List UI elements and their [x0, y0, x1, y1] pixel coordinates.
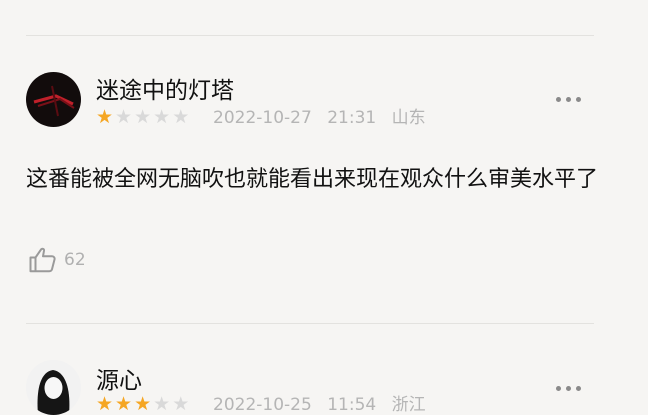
thumbs-up-icon [29, 247, 56, 273]
star-icon: ★ [134, 106, 152, 128]
more-dots-icon[interactable] [556, 97, 581, 102]
star-icon: ★ [172, 106, 190, 128]
review-location: 浙江 [391, 395, 426, 415]
top-divider [26, 35, 594, 36]
like-button[interactable]: 62 [28, 245, 86, 275]
review-content: 这番能被全网无脑吹也就能看出来现在观众什么审美水平了 [26, 167, 599, 192]
username[interactable]: 源心 [96, 370, 142, 393]
review-location: 山东 [391, 108, 426, 128]
star-icon: ★ [153, 106, 171, 128]
star-icon: ★ [115, 106, 133, 128]
review-time: 21:31 [327, 108, 377, 128]
avatar[interactable] [26, 72, 81, 127]
avatar[interactable] [26, 360, 81, 415]
star-icon: ★ [96, 106, 114, 128]
username[interactable]: 迷途中的灯塔 [96, 80, 234, 103]
review-meta: 2022-10-25 11:54 浙江 [213, 397, 436, 414]
star-rating: ★ ★ ★ ★ ★ [96, 108, 189, 127]
review-meta: 2022-10-27 21:31 山东 [213, 110, 436, 127]
review-time: 11:54 [327, 395, 377, 415]
review-divider [26, 323, 594, 324]
more-dots-icon[interactable] [556, 386, 581, 391]
review-date: 2022-10-25 [213, 395, 312, 415]
review-date: 2022-10-27 [213, 108, 312, 128]
like-count: 62 [64, 250, 86, 270]
